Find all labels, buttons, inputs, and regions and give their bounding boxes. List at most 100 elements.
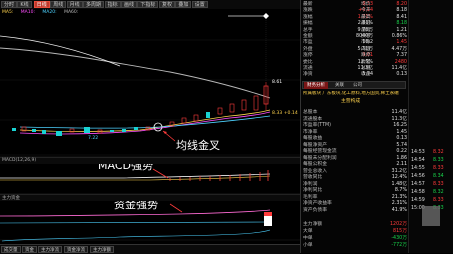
finance-value: 5.74 (396, 142, 407, 148)
finance-label: 营业总收入 (303, 168, 327, 174)
bottom-tab-0[interactable]: 成交量 (1, 246, 21, 253)
quote-label-2: 最低 (361, 21, 371, 27)
quote-value-2: 8.18 (396, 8, 407, 14)
quote-row: 最新 8.33 均价 8.20 (303, 2, 407, 8)
quote-label: 市盈 (303, 40, 313, 46)
current-price-label: 8.33 +0.14 (272, 111, 298, 116)
fund-panel-header: 主力资金 (0, 194, 300, 201)
finance-row: 每股未分配利润 1.86 (303, 156, 407, 162)
bottom-tab-2[interactable]: 主力净流 (38, 246, 62, 253)
quote-panel: 最新 8.33 均价 8.20 涨跌 +0.14 今开 8.18 涨幅 1.71% 最高 8.41 振幅… (300, 0, 409, 253)
finance-value: 1.86 (396, 155, 407, 161)
finance-tab-2[interactable]: 公司 (350, 82, 365, 89)
finance-value: 8.7% (394, 188, 407, 193)
finance-label: 营收同比 (303, 175, 323, 180)
quote-value-2: 0.13 (396, 72, 407, 78)
quote-label: 外盘 (303, 46, 313, 52)
bottom-tab-3[interactable]: 资金净流 (64, 246, 88, 253)
fund-flow-row: 小单 -772万 (303, 243, 407, 249)
finance-value: 12.4% (391, 175, 407, 180)
macd-panel-header: MACD(12,26,9) (0, 157, 300, 164)
fund-flow-label: 主力净额 (303, 222, 323, 227)
bottom-tab-1[interactable]: 资金 (22, 246, 37, 253)
quote-label: 净资 (303, 72, 313, 78)
tick-price: 8.33 (433, 166, 444, 171)
macd-dif-line (0, 173, 271, 179)
quote-value-2: 1.45 (396, 40, 407, 46)
quote-value-2: 1.21 (396, 27, 407, 33)
quote-label-2: 跌停 (361, 53, 371, 59)
finance-label: 净利同比 (303, 188, 323, 193)
finance-value: 16.25 (393, 123, 407, 128)
scroll-thumb[interactable] (422, 206, 440, 226)
finance-label: 市净率 (303, 129, 318, 135)
tick-time: 14:54 (411, 158, 425, 163)
finance-label: 每股公积金 (303, 162, 327, 167)
finance-row: 每股收益 0.13 (303, 136, 407, 142)
tick-price: 8.32 (433, 190, 444, 195)
quote-row: 市盈 16.2 市净 1.45 (303, 40, 407, 46)
tick-price: 8.33 (433, 182, 444, 187)
tick-time: 14:58 (411, 190, 425, 195)
quote-row: 总手 9.78万 量比 1.21 (303, 28, 407, 34)
quote-row: 流通 11.3亿 总股 11.4亿 (303, 66, 407, 72)
bottom-tab-4[interactable]: 主力净额 (90, 246, 114, 253)
finance-tab-0[interactable]: 财务分析 (304, 82, 328, 89)
fund-flow-value: -430万 (391, 236, 407, 241)
quote-label: 涨停 (303, 53, 313, 59)
quote-row: 振幅 2.81% 最低 8.18 (303, 21, 407, 27)
finance-label: 净利润 (303, 181, 318, 187)
tick-time: 14:56 (411, 174, 425, 179)
finance-value: 0.22 (396, 149, 407, 154)
finance-value: 21.3% (391, 194, 407, 200)
finance-label: 每股未分配利润 (303, 155, 337, 161)
tick-time: 14:59 (411, 198, 425, 203)
finance-row: 市净率 1.45 (303, 130, 407, 136)
finance-label: 每股经营现金流 (303, 149, 337, 154)
quote-row: 涨停 9.01 跌停 7.37 (303, 53, 407, 59)
finance-row: 每股公积金 2.11 (303, 162, 407, 168)
finance-row: 资产负债率 41.9% (303, 208, 407, 214)
tick-time: 14:57 (411, 182, 425, 187)
ma10-line (19, 111, 271, 135)
finance-tabs: 财务分析 关联 公司 (302, 81, 406, 89)
fund-title: 主力资金 (2, 196, 20, 201)
finance-value: 1.48亿 (391, 181, 407, 187)
quote-value-2: 8.41 (396, 14, 407, 20)
quote-row: 涨幅 1.71% 最高 8.41 (303, 15, 407, 21)
tick-time: 14:55 (411, 166, 425, 171)
tick-price: 8.33 (433, 158, 444, 163)
tick-time: 14:53 (411, 150, 425, 155)
finance-value: 41.9% (391, 207, 407, 213)
finance-tab-1[interactable]: 关联 (332, 82, 347, 89)
quote-row: 金额 8040万 换手 0.86% (303, 34, 407, 40)
fund-flow-label: 小单 (303, 243, 313, 248)
finance-label: 净资产收益率 (303, 201, 332, 206)
concept-tags[interactable]: 所属板块 广东板块,化工原料,地方国资,稀土永磁 (303, 91, 407, 97)
finance-row: 营收同比 12.4% (303, 175, 407, 181)
quote-value-2: 7.37 (396, 53, 407, 59)
finance-value: 1.45 (396, 129, 407, 135)
macd-title: MACD(12,26,9) (2, 158, 37, 163)
tick-price: 8.33 (433, 198, 444, 203)
quote-row: 外盘 5.31万 内盘 4.47万 (303, 47, 407, 53)
finance-label: 每股收益 (303, 136, 323, 141)
finance-row: 每股净资产 5.74 (303, 143, 407, 149)
finance-row: 净资产收益率 2.31% (303, 201, 407, 207)
quote-value-2: 4.47万 (391, 46, 407, 52)
quote-row: 委比 12.5% 委差 2480 (303, 60, 407, 66)
ma60-line (0, 47, 271, 99)
finance-row: 净利同比 8.7% (303, 188, 407, 194)
quote-label: 总手 (303, 27, 313, 33)
finance-row: 总股本 11.4亿 (303, 110, 407, 116)
quote-value-2: 2480 (394, 59, 407, 65)
finance-row: 市盈率(TTM) 16.25 (303, 123, 407, 129)
quote-label-2: 内盘 (361, 46, 371, 52)
finance-value: 11.3亿 (391, 116, 407, 122)
finance-label: 市盈率(TTM) (303, 123, 332, 128)
finance-value: 0.13 (396, 136, 407, 141)
kline-chart[interactable] (0, 0, 300, 253)
quote-label: 振幅 (303, 21, 313, 27)
finance-label: 每股净资产 (303, 142, 327, 148)
quote-label-2: 委差 (361, 59, 371, 65)
